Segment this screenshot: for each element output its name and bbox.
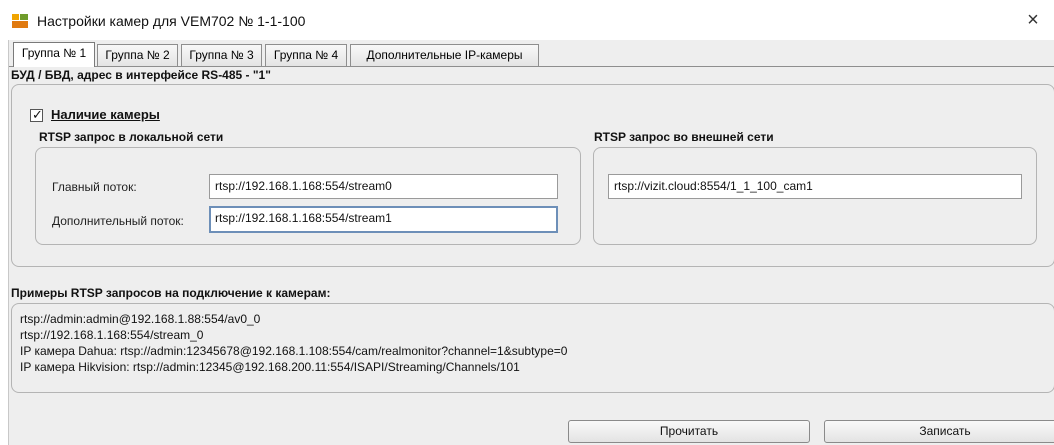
main-stream-input[interactable]: rtsp://192.168.1.168:554/stream0 [209, 174, 558, 199]
extra-stream-label: Дополнительный поток: [52, 214, 184, 228]
close-icon[interactable]: × [1022, 8, 1044, 32]
tab-group-2[interactable]: Группа № 2 [97, 44, 178, 66]
tab-panel-group-1: БУД / БВД, адрес в интерфейсе RS-485 - "… [9, 67, 1054, 445]
example-line: rtsp://admin:admin@192.168.1.88:554/av0_… [20, 312, 261, 326]
external-rtsp-header: RTSP запрос во внешней сети [594, 130, 774, 144]
examples-header: Примеры RTSP запросов на подключение к к… [11, 286, 331, 300]
window-title: Настройки камер для VEM702 № 1-1-100 [37, 13, 306, 29]
title-bar: Настройки камер для VEM702 № 1-1-100 × [0, 0, 1054, 40]
example-line: IP камера Hikvision: rtsp://admin:12345@… [20, 360, 520, 374]
write-button[interactable]: Записать [824, 420, 1054, 443]
checkmark-icon: ✓ [32, 107, 43, 122]
tab-group-4[interactable]: Группа № 4 [265, 44, 347, 66]
settings-window: Группа № 1 Группа № 2 Группа № 3 Группа … [8, 40, 1054, 445]
local-rtsp-header: RTSP запрос в локальной сети [39, 130, 224, 144]
camera-present-label[interactable]: Наличие камеры [51, 107, 160, 122]
tab-group-3[interactable]: Группа № 3 [181, 44, 262, 66]
tab-extra-ip-cameras[interactable]: Дополнительные IP-камеры [350, 44, 539, 66]
tab-group-1[interactable]: Группа № 1 [13, 42, 95, 67]
example-line: IP камера Dahua: rtsp://admin:12345678@1… [20, 344, 568, 358]
extra-stream-input[interactable]: rtsp://192.168.1.168:554/stream1 [209, 206, 558, 233]
read-button[interactable]: Прочитать [568, 420, 810, 443]
device-address-header: БУД / БВД, адрес в интерфейсе RS-485 - "… [11, 68, 271, 82]
app-logo-icon [12, 14, 28, 28]
example-line: rtsp://192.168.1.168:554/stream_0 [20, 328, 204, 342]
main-stream-label: Главный поток: [52, 180, 137, 194]
external-stream-input[interactable]: rtsp://vizit.cloud:8554/1_1_100_cam1 [608, 174, 1022, 199]
camera-present-checkbox[interactable]: ✓ [30, 107, 43, 122]
tab-strip: Группа № 1 Группа № 2 Группа № 3 Группа … [9, 40, 1054, 67]
